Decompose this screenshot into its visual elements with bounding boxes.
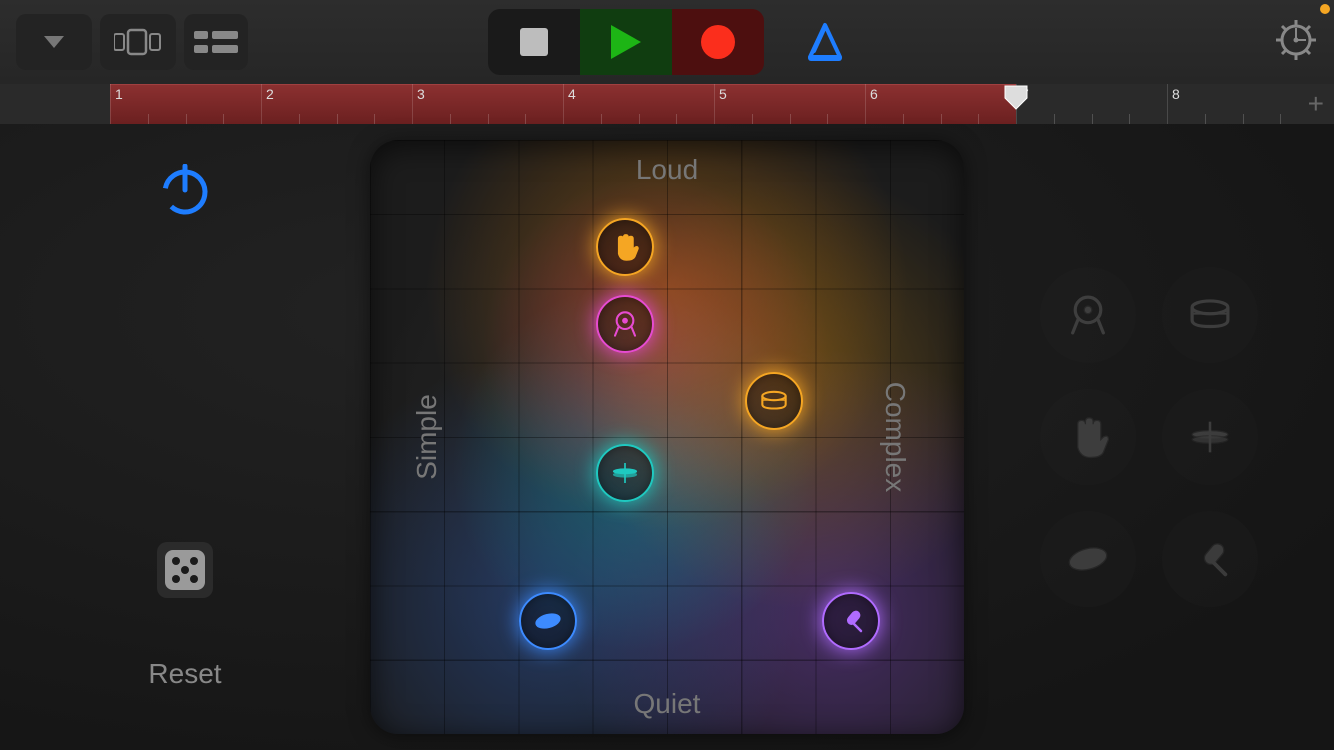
pad-node-kick[interactable]: [596, 295, 654, 353]
browser-icon: [114, 28, 162, 56]
settings-button[interactable]: [1274, 18, 1318, 67]
instrument-button-kick[interactable]: [1040, 267, 1136, 363]
reset-button[interactable]: Reset: [148, 658, 221, 690]
dice-icon: [163, 548, 207, 592]
pad-label-top: Loud: [636, 154, 698, 186]
tracks-icon: [194, 31, 238, 53]
beat-tick: [1280, 114, 1281, 124]
transport-controls: [488, 9, 764, 75]
beat-tick: [1205, 114, 1206, 124]
beat-tick: [827, 114, 828, 124]
menu-dropdown-button[interactable]: [16, 14, 92, 70]
pad-node-hat[interactable]: [596, 444, 654, 502]
bar-marker: 4: [563, 84, 580, 124]
pad-label-left: Simple: [411, 394, 443, 480]
gear-icon: [1274, 18, 1318, 62]
instrument-button-clap[interactable]: [1040, 389, 1136, 485]
kick-icon: [610, 309, 640, 339]
snare-icon: [759, 386, 789, 416]
right-panel: [964, 124, 1334, 750]
shaker-icon: [533, 606, 563, 636]
kick-icon: [1065, 292, 1111, 338]
beat-tick: [148, 114, 149, 124]
mic-icon: [1187, 536, 1233, 582]
beat-tick: [978, 114, 979, 124]
playhead[interactable]: [1003, 84, 1029, 110]
beat-tick: [488, 114, 489, 124]
beat-tick: [1092, 114, 1093, 124]
pad-node-shaker[interactable]: [519, 592, 577, 650]
beat-tick: [752, 114, 753, 124]
play-icon: [611, 25, 641, 59]
record-icon: [701, 25, 735, 59]
browser-view-button[interactable]: [100, 14, 176, 70]
bar-marker: 5: [714, 84, 731, 124]
stop-button[interactable]: [488, 9, 580, 75]
xy-pad[interactable]: Loud Quiet Simple Complex: [370, 140, 964, 734]
pad-node-mic[interactable]: [822, 592, 880, 650]
metronome-button[interactable]: [804, 21, 846, 63]
power-button[interactable]: [159, 164, 211, 216]
beat-tick: [223, 114, 224, 124]
pad-node-snare[interactable]: [745, 372, 803, 430]
beat-tick: [639, 114, 640, 124]
instrument-button-mic[interactable]: [1162, 511, 1258, 607]
beat-tick: [601, 114, 602, 124]
center-panel: Loud Quiet Simple Complex: [370, 124, 964, 750]
hand-icon: [610, 232, 640, 262]
stop-icon: [520, 28, 548, 56]
snare-icon: [1187, 292, 1233, 338]
timeline-ruler[interactable]: 12345678 +: [0, 84, 1334, 124]
bar-marker: 8: [1167, 84, 1184, 124]
hand-icon: [1065, 414, 1111, 460]
beat-tick: [941, 114, 942, 124]
record-button[interactable]: [672, 9, 764, 75]
bar-marker: 1: [110, 84, 127, 124]
beat-tick: [337, 114, 338, 124]
top-toolbar: [0, 0, 1334, 84]
power-icon: [159, 164, 211, 216]
app-root: 12345678 + Reset Loud Quiet Simple Compl…: [0, 0, 1334, 750]
hihat-icon: [1187, 414, 1233, 460]
beat-tick: [1054, 114, 1055, 124]
pad-node-clap[interactable]: [596, 218, 654, 276]
shaker-icon: [1065, 536, 1111, 582]
add-bars-button[interactable]: +: [1308, 88, 1324, 120]
randomize-button[interactable]: [157, 542, 213, 598]
instrument-button-hat[interactable]: [1162, 389, 1258, 485]
mic-icon: [836, 606, 866, 636]
playhead-icon: [1003, 84, 1029, 110]
main-area: Reset Loud Quiet Simple Complex: [0, 124, 1334, 750]
play-button[interactable]: [580, 9, 672, 75]
beat-tick: [525, 114, 526, 124]
pad-label-bottom: Quiet: [634, 688, 701, 720]
pad-grid: [370, 140, 964, 734]
beat-tick: [374, 114, 375, 124]
beat-tick: [186, 114, 187, 124]
beat-tick: [1243, 114, 1244, 124]
bar-marker: 6: [865, 84, 882, 124]
instrument-button-snare[interactable]: [1162, 267, 1258, 363]
notification-dot-icon: [1320, 4, 1330, 14]
beat-tick: [450, 114, 451, 124]
beat-tick: [1129, 114, 1130, 124]
bar-marker: 3: [412, 84, 429, 124]
beat-tick: [903, 114, 904, 124]
metronome-icon: [804, 21, 846, 63]
pad-label-right: Complex: [879, 382, 911, 492]
chevron-down-icon: [40, 28, 68, 56]
beat-tick: [299, 114, 300, 124]
tracks-view-button[interactable]: [184, 14, 248, 70]
beat-tick: [676, 114, 677, 124]
hihat-icon: [610, 458, 640, 488]
left-panel: Reset: [0, 124, 370, 750]
bar-marker: 2: [261, 84, 278, 124]
beat-tick: [790, 114, 791, 124]
instrument-button-shaker[interactable]: [1040, 511, 1136, 607]
